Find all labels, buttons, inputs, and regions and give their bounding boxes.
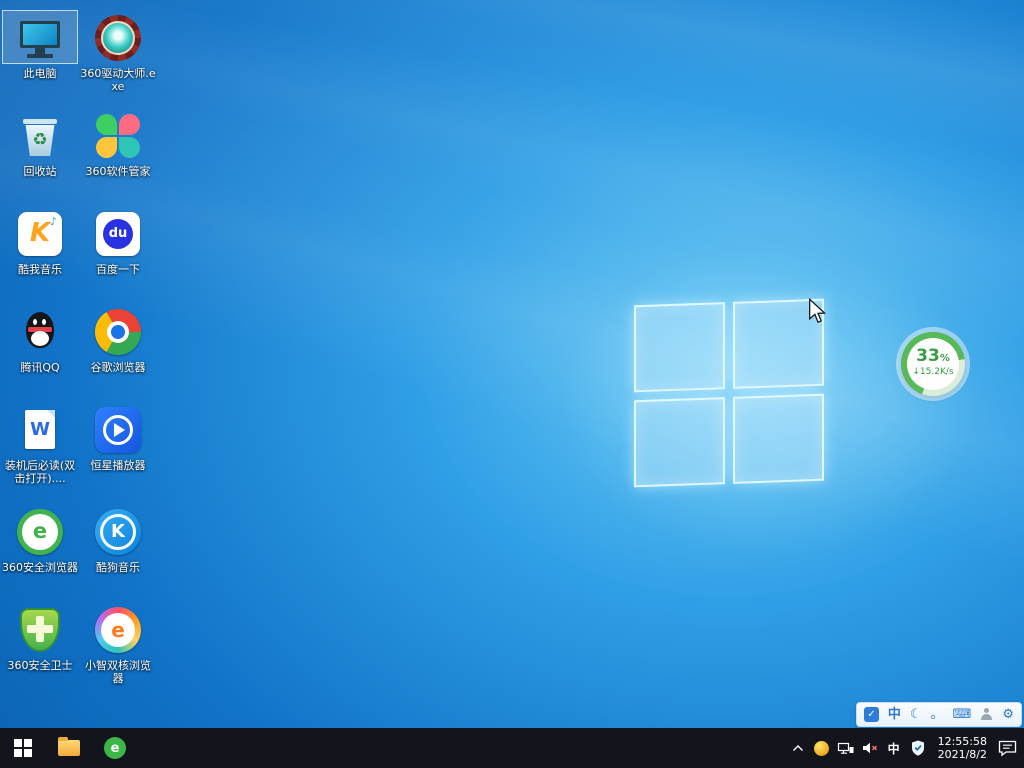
desktop-icon-360-browser[interactable]: e 360安全浏览器	[2, 504, 78, 574]
input-method-indicator: 中	[888, 740, 900, 757]
desktop-icon-360-software-manager[interactable]: 360软件管家	[80, 108, 156, 178]
desktop-icon-360-safety-guard[interactable]: 360安全卫士	[2, 602, 78, 672]
ime-chinese-mode-indicator[interactable]: 中	[888, 708, 901, 721]
desktop-icon-tencent-qq[interactable]: 腾讯QQ	[2, 304, 78, 374]
icon-label: 360安全浏览器	[2, 561, 78, 574]
icon-label: 小智双核浏览器	[80, 659, 156, 685]
ime-settings-gear-icon[interactable]: ⚙	[1002, 708, 1014, 721]
tray-volume-button[interactable]	[858, 728, 882, 768]
action-center-button[interactable]	[995, 728, 1020, 768]
desktop-icon-recycle-bin[interactable]: ♻ 回收站	[2, 108, 78, 178]
tray-show-hidden-icons-button[interactable]	[786, 728, 810, 768]
desktop-icon-xiaozhi-browser[interactable]: e 小智双核浏览器	[80, 602, 156, 685]
halfwidth-moon-icon[interactable]: ☾	[910, 708, 922, 721]
clock-date: 2021/8/2	[938, 748, 987, 761]
icon-label: 回收站	[2, 165, 78, 178]
readme-document-icon: W	[2, 402, 78, 456]
wallpaper-glow	[560, 240, 980, 560]
360-browser-taskbar-button[interactable]: e	[92, 728, 138, 768]
tray-clock[interactable]: 12:55:58 2021/8/2	[930, 728, 995, 768]
progress-percent: 33%	[907, 348, 959, 367]
icon-label: 酷我音乐	[2, 263, 78, 276]
mouse-cursor	[808, 298, 827, 324]
desktop-icon-readme[interactable]: W 装机后必读(双击打开)....	[2, 402, 78, 485]
taskbar-left: e	[0, 728, 138, 768]
desktop-icon-kuwo-music[interactable]: K ♪ 酷我音乐	[2, 206, 78, 276]
stellar-player-icon	[80, 402, 156, 456]
ime-user-icon[interactable]	[980, 708, 993, 721]
qq-penguin-icon	[2, 304, 78, 358]
download-speed: ↓15.2K/s	[907, 367, 959, 378]
360-browser-taskbar-icon: e	[104, 737, 126, 759]
soft-keyboard-icon[interactable]: ⌨	[953, 708, 972, 721]
folder-icon	[58, 740, 80, 756]
xiaozhi-browser-icon: e	[80, 602, 156, 656]
start-button[interactable]	[0, 728, 46, 768]
desktop-icon-chrome[interactable]: 谷歌浏览器	[80, 304, 156, 374]
shield-check-icon	[911, 740, 925, 756]
music-note-icon: ♪	[50, 215, 57, 228]
download-progress-widget[interactable]: 33% ↓15.2K/s	[901, 332, 965, 396]
tray-network-button[interactable]	[834, 728, 858, 768]
tray-360-ball-icon[interactable]	[810, 728, 834, 768]
kuwo-music-icon: K ♪	[2, 206, 78, 260]
icon-label: 恒星播放器	[80, 459, 156, 472]
360-ball-icon	[814, 741, 829, 756]
speaker-muted-icon	[861, 740, 878, 756]
desktop-icon-this-pc[interactable]: 此电脑	[2, 10, 78, 80]
taskbar: e	[0, 728, 1024, 768]
chrome-icon	[80, 304, 156, 358]
icon-label: 装机后必读(双击打开)....	[2, 459, 78, 485]
windows-logo-icon	[14, 739, 32, 757]
system-tray: 中 12:55:58 2021/8/2	[786, 728, 1024, 768]
punctuation-icon[interactable]: 。	[931, 708, 944, 721]
notification-bubble-icon	[998, 740, 1017, 757]
chevron-up-icon	[792, 744, 804, 752]
icon-label: 百度一下	[80, 263, 156, 276]
tray-security-button[interactable]	[906, 728, 930, 768]
file-explorer-button[interactable]	[46, 728, 92, 768]
baidu-icon: du	[80, 206, 156, 260]
icon-label: 腾讯QQ	[2, 361, 78, 374]
icon-label: 谷歌浏览器	[80, 361, 156, 374]
icon-label: 酷狗音乐	[80, 561, 156, 574]
clock-time: 12:55:58	[938, 735, 987, 748]
360-shield-icon	[2, 602, 78, 656]
this-pc-icon	[2, 10, 78, 64]
icon-label: 360驱动大师.exe	[80, 67, 156, 93]
windows-logo-wallpaper	[634, 299, 824, 488]
desktop-icon-kugou-music[interactable]: K 酷狗音乐	[80, 504, 156, 574]
tray-input-method-button[interactable]: 中	[882, 728, 906, 768]
icon-label: 360安全卫士	[2, 659, 78, 672]
360-browser-icon: e	[2, 504, 78, 558]
360-driver-master-icon	[80, 10, 156, 64]
ime-language-bar[interactable]: ✓ 中 ☾ 。 ⌨ ⚙	[856, 702, 1022, 727]
windows-desktop: 此电脑 ♻ 回收站 K ♪ 酷我音乐 腾讯QQ W 装机后必读(双击打开)...…	[0, 0, 1024, 768]
360-software-manager-icon	[80, 108, 156, 162]
icon-label: 此电脑	[2, 67, 78, 80]
desktop-icon-360-driver-master[interactable]: 360驱动大师.exe	[80, 10, 156, 93]
desktop-icon-stellar-player[interactable]: 恒星播放器	[80, 402, 156, 472]
recycle-bin-icon: ♻	[2, 108, 78, 162]
icon-label: 360软件管家	[80, 165, 156, 178]
kugou-music-icon: K	[80, 504, 156, 558]
network-icon	[837, 740, 854, 756]
progress-ring-inner: 33% ↓15.2K/s	[907, 338, 959, 390]
ime-logo-icon[interactable]: ✓	[864, 707, 879, 722]
desktop-icon-baidu[interactable]: du 百度一下	[80, 206, 156, 276]
recycle-symbol-icon: ♻	[17, 130, 63, 150]
